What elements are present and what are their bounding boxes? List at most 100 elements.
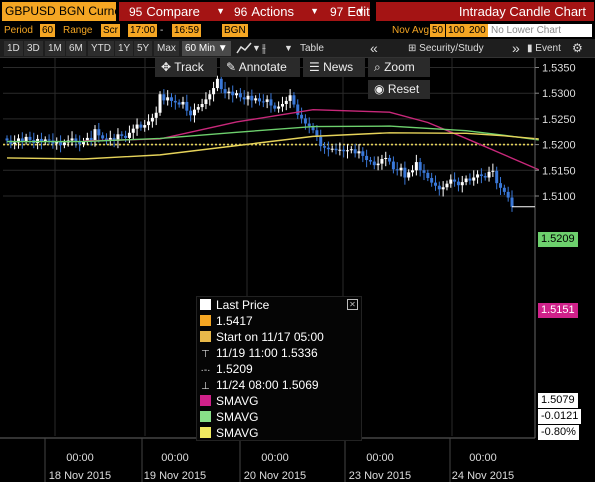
candle-body [380, 158, 384, 164]
candle-body [384, 157, 388, 159]
line-chart-icon[interactable] [236, 41, 252, 56]
track-button[interactable]: ✥ Track [155, 58, 217, 77]
sma-period-2[interactable]: 100 [446, 24, 467, 37]
sma-period-3[interactable]: 200 [467, 24, 488, 37]
candle-body [342, 149, 346, 152]
compare-num: 95 [129, 5, 143, 19]
candle-body [5, 138, 9, 141]
legend-sma-1-label: SMAVG [216, 394, 259, 408]
candle-body [418, 162, 422, 171]
range-from-input[interactable]: Scr [101, 24, 120, 37]
legend-start: Start on 11/17 05:00 [200, 329, 324, 345]
candle-body [361, 151, 365, 156]
source-input[interactable]: BGN [222, 24, 248, 37]
zoom-button[interactable]: ⌕ Zoom [368, 58, 430, 77]
annotate-button[interactable]: ✎ Annotate [220, 58, 300, 77]
legend-sma-1: SMAVG [200, 393, 258, 409]
edit-button[interactable]: 97 Edit ▼ [320, 2, 370, 21]
range-1m[interactable]: 1M [45, 41, 65, 56]
candle-body [437, 185, 441, 190]
x-tick-time: 00:00 [261, 452, 289, 464]
range-5y[interactable]: 5Y [134, 41, 153, 56]
candle-body [422, 170, 426, 173]
pencil-icon: ✎ [226, 60, 237, 74]
news-button[interactable]: ☰ News [303, 58, 365, 77]
close-icon[interactable]: ✕ [347, 299, 358, 310]
chevron-down-icon[interactable]: ▼ [284, 41, 293, 56]
collapse-right-icon[interactable]: » [512, 41, 520, 56]
candle-body [495, 170, 499, 184]
legend-high-label: 11/19 11:00 1.5336 [216, 346, 318, 360]
candle-body [330, 148, 334, 150]
y-tick-label: 1.5150 [542, 165, 576, 177]
collapse-left-icon[interactable]: « [370, 41, 378, 56]
ticker-field[interactable]: GBPUSD BGN Curncy [2, 2, 116, 21]
range-ytd[interactable]: YTD [88, 41, 114, 56]
candle-body [47, 139, 51, 141]
x-tick-date: 24 Nov 2015 [452, 470, 514, 482]
legend-low: ⊥ 11/24 08:00 1.5069 [200, 377, 319, 393]
range-6m[interactable]: 6M [66, 41, 86, 56]
candle-body [456, 181, 460, 186]
reset-button[interactable]: ◉ Reset [368, 80, 430, 99]
event-label: Event [535, 43, 561, 54]
x-tick-date: 18 Nov 2015 [49, 470, 111, 482]
range-max[interactable]: Max [154, 41, 179, 56]
candle-body [147, 121, 151, 126]
legend-low-label: 11/24 08:00 1.5069 [216, 378, 319, 392]
candle-body [510, 197, 514, 207]
start-time-input[interactable]: 17:00 [128, 24, 158, 37]
legend-start-label: Start on 11/17 05:00 [216, 330, 324, 344]
candle-body [468, 178, 472, 181]
range-1d[interactable]: 1D [4, 41, 23, 56]
compare-button[interactable]: 95 Compare ▼ [119, 2, 230, 21]
legend-high: ⊤ 11/19 11:00 1.5336 [200, 345, 318, 361]
candle-body [143, 125, 147, 128]
security-study-button[interactable]: ⊞ Security/Study [408, 41, 484, 56]
reset-icon: ◉ [374, 82, 385, 96]
range-3d[interactable]: 3D [24, 41, 43, 56]
candle-body [173, 100, 177, 103]
legend-sma-3-label: SMAVG [216, 426, 259, 440]
actions-button[interactable]: 96 Actions ▼ [224, 2, 324, 21]
chevron-down-icon[interactable]: ▼ [252, 41, 261, 56]
end-time-input[interactable]: 16:59 [172, 24, 202, 37]
candle-body [139, 124, 143, 128]
lower-chart-select[interactable]: No Lower Chart [488, 24, 592, 37]
candle-body [403, 167, 407, 178]
candle-body [479, 174, 483, 176]
interval-select[interactable]: 60 Min ▼ [182, 41, 231, 56]
candle-body [307, 123, 311, 127]
candle-body [399, 167, 403, 171]
legend-swatch [200, 315, 211, 326]
event-button[interactable]: ▮ Event [527, 41, 561, 56]
candle-body [326, 147, 330, 150]
range-1y[interactable]: 1Y [115, 41, 134, 56]
gear-icon[interactable]: ⚙ [572, 41, 583, 56]
candle-body [93, 129, 97, 141]
y-tick-label: 1.5250 [542, 114, 576, 126]
candle-body [135, 124, 139, 129]
candle-body [445, 183, 449, 188]
sma-period-1[interactable]: 50 [430, 24, 446, 37]
x-tick-time: 00:00 [366, 452, 394, 464]
candle-body [506, 191, 510, 198]
candle-type-icon[interactable]: ⫲ [262, 41, 266, 56]
chart-overlay-menu: ✥ Track ✎ Annotate ☰ News ⌕ Zoom ◉ Reset [155, 58, 430, 100]
candle-body [124, 135, 128, 138]
legend-open: 1.5417 [200, 313, 253, 329]
candle-body [154, 112, 158, 118]
candle-body [414, 162, 418, 171]
sma-line-3 [6, 132, 539, 160]
news-icon: ☰ [309, 60, 320, 74]
title-bar: GBPUSD BGN Curncy 95 Compare ▼ 96 Actions ▼ … [0, 0, 595, 22]
interval-label: 60 Min [185, 43, 216, 54]
table-button[interactable]: Table [300, 41, 324, 56]
candle-body [277, 106, 281, 109]
change-tag: -0.0121 [538, 409, 582, 424]
chevron-down-icon: ▼ [356, 6, 365, 16]
candle-body [426, 172, 430, 179]
sma-green-price-tag: 1.5209 [538, 232, 578, 247]
period-input[interactable]: 60 [40, 24, 56, 37]
date-right-label: Nov Avg [392, 25, 430, 36]
